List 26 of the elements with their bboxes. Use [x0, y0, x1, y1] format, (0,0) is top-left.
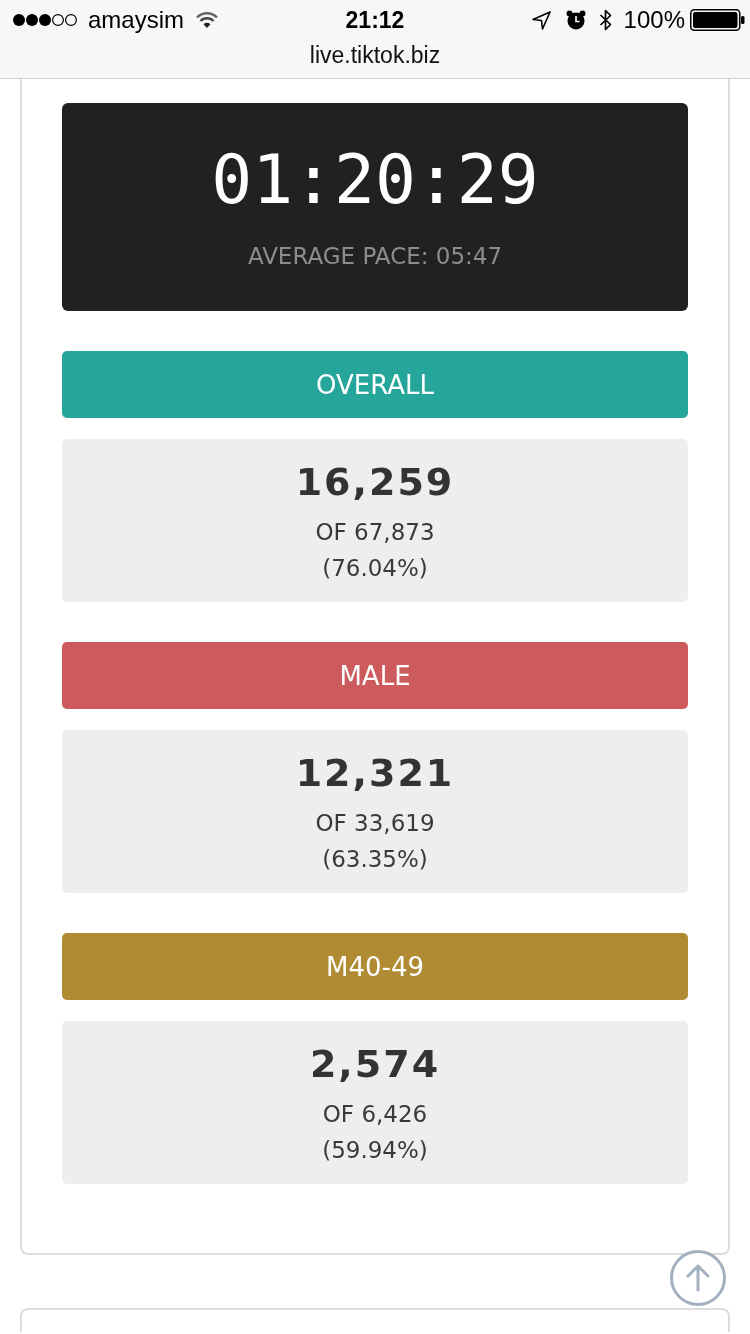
category-header: M40-49	[62, 933, 688, 1000]
location-arrow-icon	[531, 10, 551, 30]
wifi-icon	[196, 12, 218, 28]
category-header: OVERALL	[62, 351, 688, 418]
url-text: live.tiktok.biz	[309, 41, 441, 70]
category-header: MALE	[62, 642, 688, 709]
rank-total: OF 6,426	[322, 1100, 428, 1129]
rank-total: OF 67,873	[315, 518, 435, 547]
rank-percent: (76.04%)	[322, 554, 428, 583]
average-pace: AVERAGE PACE: 05:47	[247, 242, 503, 271]
bluetooth-icon	[598, 9, 612, 31]
rank-percent: (59.94%)	[322, 1136, 428, 1165]
arrow-up-icon	[686, 1264, 710, 1292]
rank-number: 2,574	[309, 1042, 441, 1086]
rank-percent: (63.35%)	[322, 845, 428, 874]
battery-icon	[690, 9, 745, 31]
scroll-to-top-button[interactable]	[670, 1250, 726, 1306]
clock-time: 21:12	[345, 7, 405, 33]
elapsed-time: 01:20:29	[211, 140, 539, 220]
rank-number: 12,321	[295, 751, 455, 795]
battery-percent: 100%	[623, 6, 685, 34]
alarm-clock-icon	[565, 10, 586, 30]
signal-icon	[12, 13, 78, 27]
rank-number: 16,259	[295, 460, 455, 504]
rank-total: OF 33,619	[315, 809, 435, 838]
carrier-name: amaysim	[88, 6, 184, 34]
